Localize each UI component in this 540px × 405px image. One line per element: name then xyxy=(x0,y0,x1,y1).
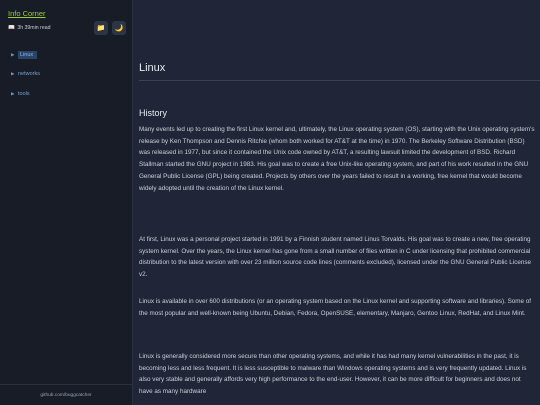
paragraph: Linux is available in over 600 distribut… xyxy=(139,298,532,317)
main-content: Linux History Many events led up to crea… xyxy=(133,0,540,405)
caret-right-icon: ▶ xyxy=(11,91,15,96)
sidebar-item-linux[interactable]: ▶ Linux xyxy=(11,51,38,59)
caret-right-icon: ▶ xyxy=(11,52,15,57)
read-time: 📖 3h 39min read xyxy=(8,25,50,31)
sidebar-item-networks[interactable]: ▶ networks xyxy=(11,71,40,77)
theme-toggle-button[interactable]: 🌙 xyxy=(112,21,126,35)
paragraph: At first, Linux was a personal project s… xyxy=(139,236,531,279)
caret-right-icon: ▶ xyxy=(11,71,15,76)
sidebar: Info Corner 📖 3h 39min read 📁 🌙 ▶ Linux … xyxy=(0,0,133,405)
folder-button[interactable]: 📁 xyxy=(94,21,108,35)
sidebar-footer-link[interactable]: github.com/buggcatcher xyxy=(0,384,132,405)
sidebar-item-label: Linux xyxy=(18,51,38,59)
title-divider xyxy=(139,80,540,81)
moon-icon: 🌙 xyxy=(114,24,124,32)
sidebar-item-label: tools xyxy=(18,91,30,97)
read-time-label: 3h 39min read xyxy=(17,25,51,31)
section-heading-history: History xyxy=(139,108,168,118)
folder-icon: 📁 xyxy=(96,24,106,32)
paragraph: Many events led up to creating the first… xyxy=(139,126,535,192)
site-title-link[interactable]: Info Corner xyxy=(8,9,46,18)
sidebar-item-label: networks xyxy=(18,71,41,77)
sidebar-item-tools[interactable]: ▶ tools xyxy=(11,91,30,97)
page-title: Linux xyxy=(139,62,166,74)
paragraph: Linux is generally considered more secur… xyxy=(139,353,527,396)
book-icon: 📖 xyxy=(8,25,15,31)
